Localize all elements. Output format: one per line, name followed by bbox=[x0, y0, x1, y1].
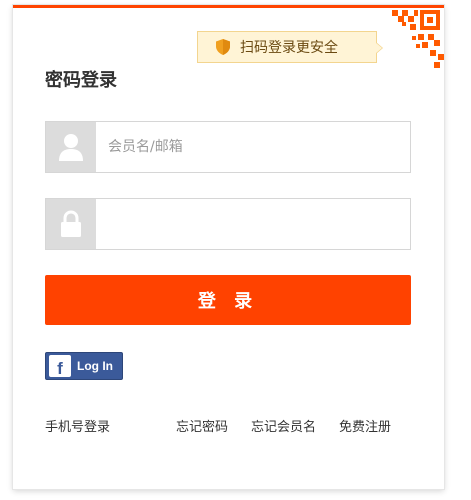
phone-login-link[interactable]: 手机号登录 bbox=[45, 416, 110, 435]
qr-tip-text: 扫码登录更安全 bbox=[240, 40, 338, 56]
forgot-username-link[interactable]: 忘记会员名 bbox=[251, 416, 316, 435]
user-icon bbox=[46, 122, 96, 172]
username-field[interactable] bbox=[45, 121, 411, 173]
facebook-login-button[interactable]: f Log In bbox=[45, 352, 123, 380]
password-input[interactable] bbox=[96, 199, 410, 249]
qr-code-icon[interactable] bbox=[372, 8, 444, 78]
lock-icon bbox=[46, 199, 96, 249]
facebook-icon: f bbox=[49, 355, 71, 377]
password-field[interactable] bbox=[45, 198, 411, 250]
forgot-password-link[interactable]: 忘记密码 bbox=[176, 416, 228, 435]
facebook-login-label: Log In bbox=[77, 359, 113, 373]
register-link[interactable]: 免费注册 bbox=[339, 416, 391, 435]
qr-login-tip[interactable]: 扫码登录更安全 bbox=[197, 31, 383, 63]
username-input[interactable] bbox=[96, 122, 410, 172]
login-button[interactable]: 登 录 bbox=[45, 275, 411, 325]
page-title: 密码登录 bbox=[45, 70, 117, 91]
login-panel: 扫码登录更安全 密码登录 会员名/邮箱 登 录 f Log In 手机号登录 忘… bbox=[13, 5, 444, 489]
shield-icon bbox=[216, 39, 230, 55]
